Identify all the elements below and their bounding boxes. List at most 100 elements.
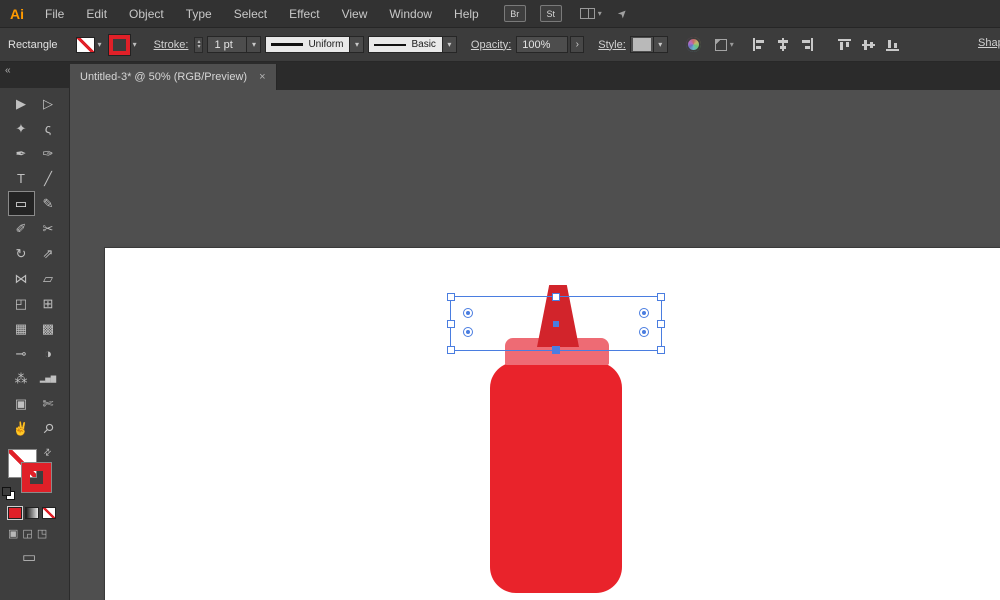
- tab-close-icon[interactable]: ×: [259, 71, 265, 83]
- swap-fill-stroke-icon[interactable]: ⇄: [41, 446, 54, 459]
- selection-handle[interactable]: [657, 346, 665, 354]
- corner-radius-widget[interactable]: [463, 327, 473, 337]
- menu-view[interactable]: View: [331, 0, 379, 28]
- selection-center-point[interactable]: [553, 321, 559, 327]
- menu-help[interactable]: Help: [443, 0, 490, 28]
- menu-select[interactable]: Select: [223, 0, 278, 28]
- stroke-swatch-chevron-icon[interactable]: ▾: [130, 37, 140, 52]
- draw-behind-icon[interactable]: ◲: [22, 527, 32, 540]
- scissors-tool[interactable]: ✂: [35, 216, 62, 241]
- style-swatch: [633, 38, 651, 51]
- color-button[interactable]: [8, 507, 22, 519]
- align-vertical-bottom-icon[interactable]: [886, 38, 900, 51]
- chevron-down-icon[interactable]: ▾: [442, 37, 456, 52]
- lasso-tool[interactable]: ς: [35, 116, 62, 141]
- stock-icon[interactable]: St: [540, 5, 562, 22]
- menu-edit[interactable]: Edit: [75, 0, 118, 28]
- magic-wand-tool[interactable]: ✦: [8, 116, 35, 141]
- blend-tool[interactable]: ◑: [35, 341, 62, 366]
- stroke-weight-stepper[interactable]: ▴ ▾: [194, 37, 203, 53]
- none-button[interactable]: [42, 507, 56, 519]
- stroke-weight-value: 1 pt: [208, 39, 246, 51]
- align-horizontal-center-icon[interactable]: [776, 38, 790, 51]
- bottle-body-shape[interactable]: [490, 362, 622, 593]
- rotate-tool[interactable]: ↻: [8, 241, 35, 266]
- free-transform-tool[interactable]: ▱: [35, 266, 62, 291]
- shape-panel-link[interactable]: Shape: [978, 37, 1000, 49]
- column-graph-tool[interactable]: ▂▅▇: [35, 366, 62, 391]
- chevron-down-icon[interactable]: ▾: [349, 37, 363, 52]
- brush-select[interactable]: Basic ▾: [368, 36, 456, 53]
- fill-swatch-chevron-icon[interactable]: ▾: [95, 37, 105, 52]
- selection-handle[interactable]: [447, 293, 455, 301]
- menu-type[interactable]: Type: [175, 0, 223, 28]
- chevron-down-icon[interactable]: ▾: [653, 37, 667, 52]
- align-horizontal-left-icon[interactable]: [752, 38, 766, 51]
- style-panel-link[interactable]: Style:: [598, 39, 626, 51]
- stroke-profile-select[interactable]: Uniform ▾: [265, 36, 364, 53]
- canvas-area[interactable]: [70, 90, 1000, 600]
- chevron-down-icon[interactable]: ▾: [246, 37, 260, 52]
- stroke-panel-link[interactable]: Stroke:: [154, 39, 189, 51]
- align-vertical-center-icon[interactable]: [862, 38, 876, 51]
- selection-handle[interactable]: [552, 293, 560, 301]
- selection-handle[interactable]: [447, 346, 455, 354]
- align-vertical-top-icon[interactable]: [838, 38, 852, 51]
- screen-mode-icon[interactable]: ▭: [22, 549, 36, 566]
- corner-radius-widget[interactable]: [463, 308, 473, 318]
- screen-mode-row: ▭: [22, 548, 69, 566]
- draw-normal-icon[interactable]: ▣: [8, 527, 18, 540]
- line-segment-tool[interactable]: ╱: [35, 166, 62, 191]
- collapse-panel-button[interactable]: «: [0, 62, 69, 88]
- eyedropper-tool[interactable]: ⊸: [8, 341, 35, 366]
- mesh-tool[interactable]: ▦: [8, 316, 35, 341]
- selection-handle[interactable]: [447, 320, 455, 328]
- default-fill-stroke-icon[interactable]: [2, 487, 14, 499]
- stroke-swatch[interactable]: [109, 35, 130, 55]
- bridge-icon[interactable]: Br: [504, 5, 526, 22]
- stepper-down-icon[interactable]: ▾: [197, 45, 200, 50]
- opacity-input[interactable]: 100%: [516, 36, 568, 53]
- document-tab[interactable]: Untitled-3* @ 50% (RGB/Preview) ×: [70, 64, 277, 90]
- direct-selection-tool[interactable]: ▷: [35, 91, 62, 116]
- menu-window[interactable]: Window: [378, 0, 443, 28]
- draw-inside-icon[interactable]: ◳: [37, 527, 47, 540]
- isolate-selection-icon[interactable]: ▾: [715, 39, 734, 51]
- menu-file[interactable]: File: [34, 0, 75, 28]
- menu-object[interactable]: Object: [118, 0, 175, 28]
- symbol-sprayer-tool[interactable]: ⁂: [8, 366, 35, 391]
- gradient-tool[interactable]: ▩: [35, 316, 62, 341]
- menu-bar: Ai File Edit Object Type Select Effect V…: [0, 0, 1000, 28]
- rectangle-tool[interactable]: ▭: [8, 191, 35, 216]
- selection-handle[interactable]: [657, 293, 665, 301]
- recolor-artwork-icon[interactable]: [686, 37, 701, 52]
- selection-tool[interactable]: ▶: [8, 91, 35, 116]
- selection-bounding-box: [450, 296, 662, 351]
- stroke-color-indicator[interactable]: [22, 463, 51, 492]
- tab-strip: Untitled-3* @ 50% (RGB/Preview) ×: [70, 62, 1000, 90]
- scale-tool[interactable]: ⇗: [35, 241, 62, 266]
- graphic-style-select[interactable]: ▾: [630, 36, 668, 53]
- align-horizontal-right-icon[interactable]: [800, 38, 814, 51]
- shaper-tool[interactable]: ✐: [8, 216, 35, 241]
- shape-builder-tool[interactable]: ◰: [8, 291, 35, 316]
- type-tool[interactable]: T: [8, 166, 35, 191]
- corner-radius-widget[interactable]: [639, 308, 649, 318]
- stroke-weight-select[interactable]: 1 pt ▾: [207, 36, 261, 53]
- selection-handle[interactable]: [657, 320, 665, 328]
- menu-effect[interactable]: Effect: [278, 0, 330, 28]
- width-tool[interactable]: ⋈: [8, 266, 35, 291]
- opacity-panel-link[interactable]: Opacity:: [471, 39, 511, 51]
- pen-tool[interactable]: ✒: [8, 141, 35, 166]
- fill-swatch[interactable]: [76, 37, 95, 53]
- gradient-button[interactable]: [25, 507, 39, 519]
- selection-handle[interactable]: [552, 346, 560, 354]
- paintbrush-tool[interactable]: ✎: [35, 191, 62, 216]
- gpu-performance-icon[interactable]: ➤: [615, 6, 631, 22]
- artboard-tool[interactable]: ▣: [8, 391, 35, 416]
- perspective-grid-tool[interactable]: ⊞: [35, 291, 62, 316]
- curvature-tool[interactable]: ✑: [35, 141, 62, 166]
- corner-radius-widget[interactable]: [639, 327, 649, 337]
- opacity-options-button[interactable]: ›: [570, 36, 584, 53]
- arrange-documents-icon[interactable]: ▾: [580, 8, 602, 19]
